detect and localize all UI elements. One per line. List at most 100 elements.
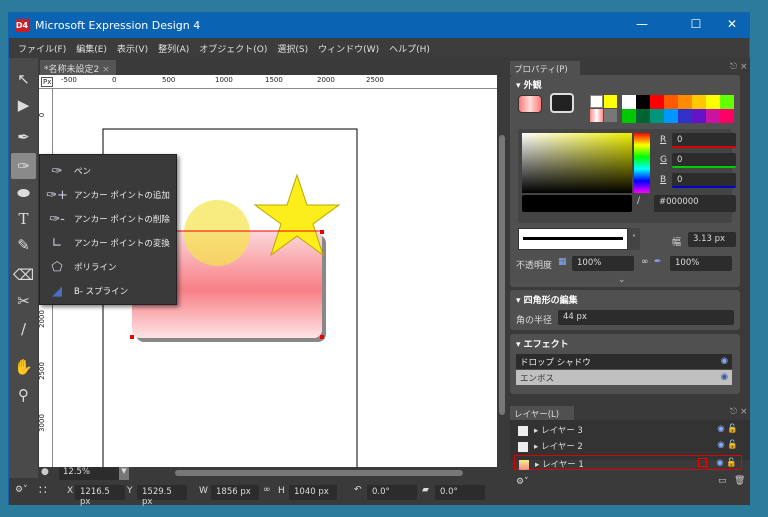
color-swatch[interactable] (622, 95, 636, 109)
color-swatch[interactable] (664, 95, 678, 109)
flyout-delete-anchor[interactable]: ✑- アンカー ポイントの削除 (40, 207, 178, 231)
color-swatch[interactable] (706, 95, 720, 109)
eye-icon[interactable]: ◉ 🔓 (717, 424, 738, 434)
link-icon[interactable]: ∞ (641, 257, 649, 267)
hue-slider[interactable] (634, 133, 650, 193)
scissors-icon[interactable]: ✂ (11, 288, 36, 314)
g-field[interactable]: 0 (672, 153, 736, 168)
w-field[interactable]: 1856 px (211, 485, 259, 500)
color-swatch[interactable] (678, 95, 692, 109)
zoom-field[interactable]: 12.5% (59, 467, 119, 480)
fill-icon[interactable] (518, 95, 542, 113)
layer-row-selected[interactable]: ▸ レイヤー 1 ◉ 🔓 (514, 455, 742, 470)
color-swatch[interactable] (650, 109, 664, 123)
radius-field[interactable]: 44 px (558, 310, 734, 325)
opacity-field[interactable]: 100% (572, 256, 634, 271)
rectangle-edit-header[interactable]: ▾ 四角形の編集 (516, 293, 578, 306)
eye-icon[interactable]: ◉ 🔓 (717, 440, 738, 450)
layer-color-box[interactable] (698, 458, 707, 467)
hand-icon[interactable]: ✋ (11, 354, 36, 380)
eyedropper-icon[interactable]: ∕ (637, 196, 640, 206)
stroke-style-dropdown[interactable] (518, 228, 628, 250)
skew-field[interactable]: 0.0° (435, 485, 485, 500)
color-swatch[interactable] (636, 109, 650, 123)
brush-icon[interactable]: ✒ (11, 124, 36, 150)
gradient-swatch[interactable] (590, 109, 603, 122)
close-tab-icon[interactable]: × (102, 65, 110, 75)
horizontal-scrollbar[interactable] (175, 470, 463, 476)
reference-point-icon[interactable]: ∷ (39, 483, 47, 497)
menu-arrange[interactable]: 整列(A) (153, 42, 194, 55)
menu-object[interactable]: オブジェクト(O) (194, 42, 272, 55)
swatch[interactable] (604, 95, 617, 108)
stroke-icon[interactable] (550, 93, 574, 113)
color-swatch[interactable] (720, 95, 734, 109)
color-swatch[interactable] (720, 109, 734, 123)
eye-icon[interactable]: ◉ (721, 372, 728, 382)
color-field[interactable] (522, 133, 632, 193)
pen-icon[interactable]: ✑ (11, 153, 36, 179)
pin-icon[interactable]: ⎋ × (730, 62, 748, 72)
expand-icon[interactable]: ⌄ (618, 275, 626, 285)
eye-icon[interactable]: ◉ (721, 356, 728, 366)
color-swatch[interactable] (622, 109, 636, 123)
flyout-pen[interactable]: ✑ ペン (40, 159, 178, 183)
y-field[interactable]: 1529.5 px (137, 485, 187, 507)
layer-options-gear-icon[interactable]: ⚙˅ (516, 477, 529, 487)
ellipse-icon[interactable]: ⬬ (11, 180, 36, 206)
effects-header[interactable]: ▾ エフェクト (516, 337, 569, 350)
r-field[interactable]: 0 (672, 133, 736, 148)
hex-field[interactable]: #000000 (654, 195, 736, 212)
properties-tab[interactable]: プロパティ(P) (510, 61, 580, 75)
effect-emboss[interactable]: エンボス ◉ (516, 370, 732, 385)
layer-row[interactable]: ▸ レイヤー 3 ◉ 🔓 (514, 422, 742, 437)
text-icon[interactable]: T (11, 206, 36, 232)
no-color-swatch[interactable] (590, 95, 603, 108)
x-field[interactable]: 1216.5 px (75, 485, 125, 507)
color-swatch[interactable] (692, 109, 706, 123)
eye-icon[interactable]: ◉ 🔓 (716, 458, 737, 468)
flyout-polyline[interactable]: ⬠ ポリライン (40, 255, 178, 279)
color-swatch[interactable] (692, 95, 706, 109)
vertical-scrollbar[interactable] (497, 75, 507, 467)
minimize-button[interactable]: — (627, 17, 657, 35)
menu-view[interactable]: 表示(V) (112, 42, 153, 55)
appearance-header[interactable]: ▾ 外観 (516, 78, 542, 91)
knife-icon[interactable]: ✎ (11, 232, 36, 258)
menu-file[interactable]: ファイル(F) (13, 42, 71, 55)
color-swatch[interactable] (706, 109, 720, 123)
color-swatch[interactable] (678, 109, 692, 123)
rotation-field[interactable]: 0.0° (367, 485, 417, 500)
pin-icon[interactable]: ⎋ × (730, 407, 748, 417)
layers-tab[interactable]: レイヤー(L) (510, 406, 574, 420)
maximize-button[interactable]: ☐ (681, 17, 711, 35)
close-button[interactable]: ✕ (717, 17, 747, 35)
flyout-convert-anchor[interactable]: ∟ アンカー ポイントの変換 (40, 231, 178, 255)
menu-edit[interactable]: 編集(E) (71, 42, 112, 55)
color-swatch[interactable] (664, 109, 678, 123)
color-swatch[interactable] (650, 95, 664, 109)
direct-selection-icon[interactable]: ▶ (11, 92, 36, 118)
flyout-bspline[interactable]: ◢ B- スプライン (40, 279, 178, 303)
zoom-icon[interactable]: ⚲ (11, 382, 36, 408)
trash-icon[interactable]: 🗑 (734, 476, 745, 486)
flyout-add-anchor[interactable]: ✑+ アンカー ポイントの追加 (40, 183, 178, 207)
stroke-opacity-field[interactable]: 100% (670, 256, 732, 271)
new-layer-icon[interactable]: ▭ (718, 476, 727, 486)
selection-icon[interactable]: ↖ (11, 66, 36, 92)
link-icon[interactable]: ∞ (263, 485, 271, 495)
color-swatch[interactable] (636, 95, 650, 109)
eyedropper-icon[interactable]: ∕ (11, 316, 36, 342)
zoom-dropdown-icon[interactable]: ▼ (119, 467, 129, 480)
stroke-width-field[interactable]: 3.13 px (688, 232, 736, 247)
eraser-icon[interactable]: ⌫ (11, 262, 36, 288)
b-field[interactable]: 0 (672, 173, 736, 188)
layer-row[interactable]: ▸ レイヤー 2 ◉ 🔓 (514, 438, 742, 453)
effect-drop-shadow[interactable]: ドロップ シャドウ ◉ (516, 354, 732, 369)
menu-help[interactable]: ヘルプ(H) (384, 42, 435, 55)
menu-select[interactable]: 選択(S) (272, 42, 313, 55)
scroll-thumb[interactable] (499, 135, 505, 415)
document-tab[interactable]: *名称未設定2 × (40, 60, 116, 75)
chevron-down-icon[interactable]: ˅ (628, 228, 640, 250)
settings-gear-icon[interactable]: ⚙˅ (15, 485, 28, 495)
